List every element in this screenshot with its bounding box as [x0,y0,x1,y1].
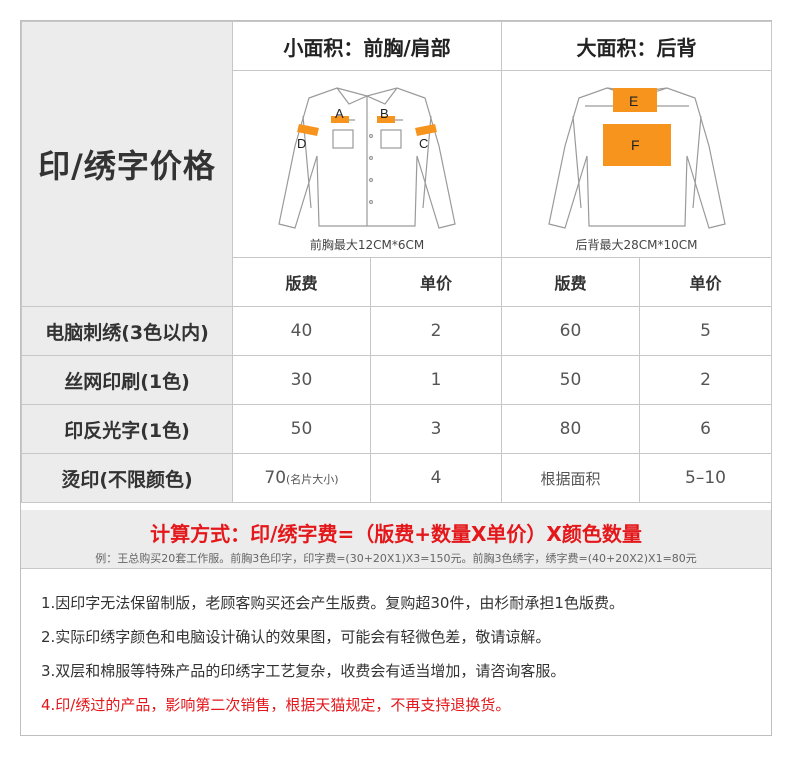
cell-large-plate: 50 [501,355,640,405]
price-table: 印/绣字价格 小面积：前胸/肩部 大面积：后背 A B C D 前胸最大12CM… [21,21,772,503]
cell-small-unit: 3 [370,404,502,454]
marker-d [297,123,319,136]
marker-a-label: A [335,106,344,121]
title-cell: 印/绣字价格 [21,21,233,307]
back-shirt-illustration: E F [547,86,726,229]
row-label: 印反光字(1色) [21,404,233,454]
cell-small-plate-note: (名片大小) [286,473,339,486]
cell-large-plate: 60 [501,306,640,356]
marker-e-label: E [629,93,638,109]
cell-small-plate: 30 [232,355,371,405]
marker-d-label: D [297,136,306,151]
row-label: 电脑刺绣(3色以内) [21,306,233,356]
marker-f-label: F [631,137,640,153]
formula-text: 计算方式：印/绣字费=（版费+数量X单价）X颜色数量 [150,522,642,546]
table-row: 烫印(不限颜色) 70(名片大小) 4 根据面积 5–10 [21,453,772,503]
cell-small-unit: 4 [370,453,502,503]
cell-large-unit: 2 [639,355,772,405]
cell-small-plate: 50 [232,404,371,454]
cell-small-unit: 1 [370,355,502,405]
notes-list: 1.因印字无法保留制版，老顾客购买还会产生版费。复购超30件，由杉耐承担1色版费… [41,586,756,722]
cell-large-unit: 5–10 [639,453,772,503]
cell-small-plate: 70(名片大小) [232,453,371,503]
note-item: 1.因印字无法保留制版，老顾客购买还会产生版费。复购超30件，由杉耐承担1色版费… [41,594,624,612]
note-item: 3.双层和棉服等特殊产品的印绣字工艺复杂，收费会有适当增加，请咨询客服。 [41,662,566,680]
marker-c-label: C [419,136,428,151]
back-caption: 后背最大28CM*10CM [575,237,698,252]
note-item-warning: 4.印/绣过的产品，影响第二次销售，根据天猫规定，不再支持退换货。 [41,696,511,714]
cell-large-plate: 80 [501,404,640,454]
small-plate-header: 版费 [232,257,371,307]
cell-small-plate-value: 70 [264,468,287,488]
formula-box: 计算方式：印/绣字费=（版费+数量X单价）X颜色数量 例：王总购买20套工作服。… [21,510,771,569]
front-shirt-illustration: A B C D [278,86,456,229]
large-unit-header: 单价 [639,257,772,307]
marker-c [415,123,437,136]
cell-small-unit: 2 [370,306,502,356]
table-row: 丝网印刷(1色) 30 1 50 2 [21,355,772,405]
example-text: 例：王总购买20套工作服。前胸3色印字，印字费=(30+20X1)X3=150元… [95,552,697,565]
row-label: 丝网印刷(1色) [21,355,233,405]
large-plate-header: 版费 [501,257,640,307]
price-panel: 印/绣字价格 小面积：前胸/肩部 大面积：后背 A B C D 前胸最大12CM… [20,20,772,736]
cell-large-unit: 5 [639,306,772,356]
small-area-heading: 小面积：前胸/肩部 [232,21,502,71]
back-shirt-cell: E F 后背最大28CM*10CM [501,70,772,258]
table-row: 印反光字(1色) 50 3 80 6 [21,404,772,454]
cell-large-plate: 根据面积 [501,453,640,503]
table-row: 电脑刺绣(3色以内) 40 2 60 5 [21,306,772,356]
note-item: 2.实际印绣字颜色和电脑设计确认的效果图，可能会有轻微色差，敬请谅解。 [41,628,551,646]
cell-small-plate: 40 [232,306,371,356]
front-shirt-cell: A B C D 前胸最大12CM*6CM [232,70,502,258]
cell-large-unit: 6 [639,404,772,454]
front-caption: 前胸最大12CM*6CM [309,237,425,252]
row-label: 烫印(不限颜色) [21,453,233,503]
page-title: 印/绣字价格 [38,147,216,185]
marker-b-label: B [380,106,389,121]
small-unit-header: 单价 [370,257,502,307]
large-area-heading: 大面积：后背 [501,21,772,71]
